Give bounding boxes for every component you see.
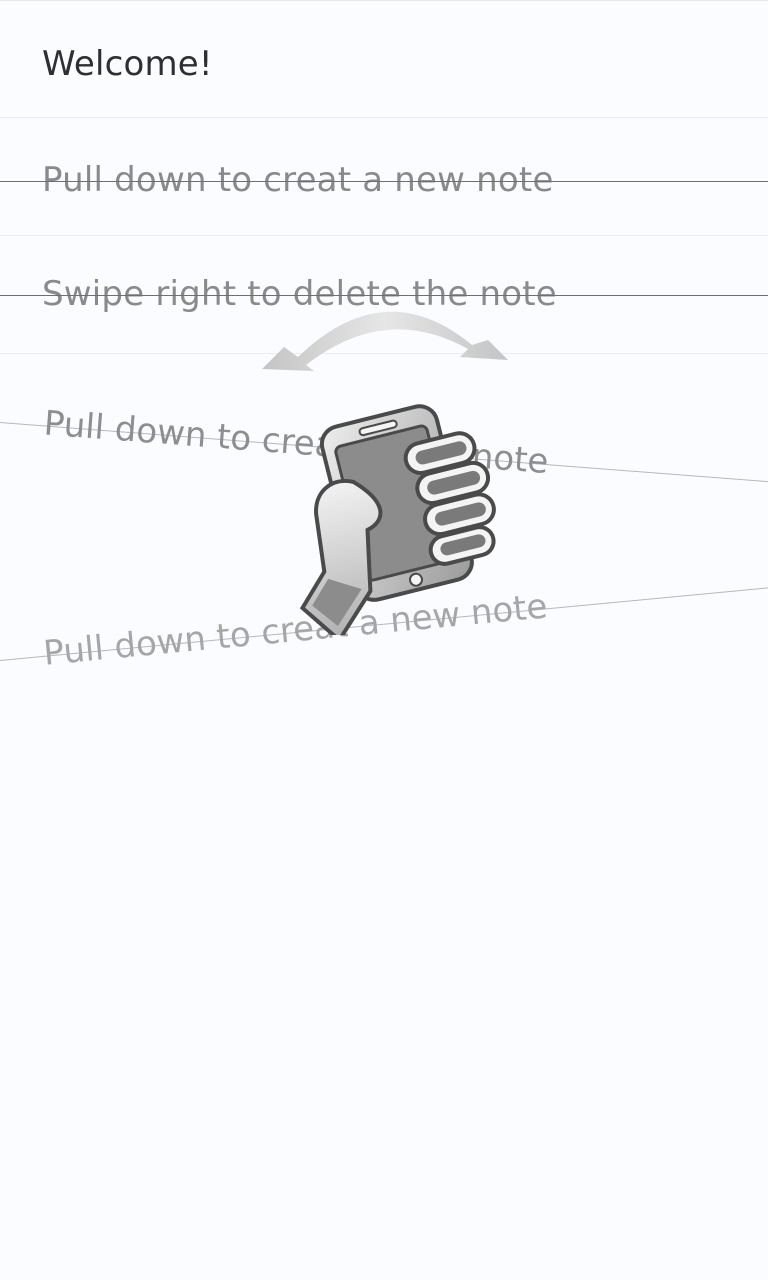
notes-app-screen: Welcome! Pull down to creat a new note S… <box>0 0 768 1280</box>
strike-through-line <box>0 181 768 182</box>
note-item-pull-down-hint[interactable]: Pull down to creat a new note <box>0 118 768 236</box>
note-title: Welcome! <box>42 44 213 84</box>
note-title: Pull down to creat a new note <box>42 160 554 200</box>
note-item-welcome[interactable]: Welcome! <box>0 0 768 118</box>
hand-holding-phone-tilt-icon <box>262 311 508 635</box>
curved-double-arrow-icon <box>262 311 508 371</box>
